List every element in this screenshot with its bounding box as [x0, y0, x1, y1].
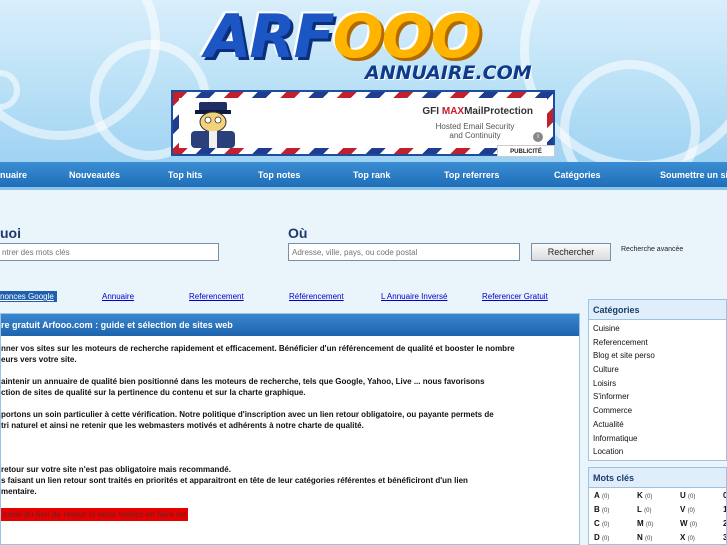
search-button[interactable]: Rechercher [531, 243, 611, 261]
nav-item-top-referrers[interactable]: Top referrers [444, 170, 499, 180]
intro-panel: re gratuit Arfooo.com : guide et sélecti… [0, 313, 580, 545]
intro-paragraph: retour sur votre site n'est pas obligato… [1, 465, 468, 496]
nav-item-top-notes[interactable]: Top notes [258, 170, 300, 180]
link-annuaire-inverse[interactable]: L Annuaire Inversé [381, 292, 447, 301]
link-annuaire[interactable]: Annuaire [102, 292, 134, 301]
keyword-letter-link[interactable]: 0 [723, 491, 726, 500]
keywords-input[interactable] [0, 243, 219, 261]
category-item[interactable]: Referencement [589, 336, 726, 350]
main-nav: nuaire Nouveautés Top hits Top notes Top… [0, 162, 727, 190]
partner-links: nonces Google Annuaire Referencement Réf… [0, 288, 580, 306]
nav-item-top-rank[interactable]: Top rank [353, 170, 390, 180]
keyword-letter-link[interactable]: V (0) [680, 505, 695, 514]
nav-item-categories[interactable]: Catégories [554, 170, 601, 180]
nav-item-top-hits[interactable]: Top hits [168, 170, 202, 180]
link-annonces-google[interactable]: nonces Google [0, 291, 57, 302]
keyword-letter-link[interactable]: C (0) [594, 519, 609, 528]
keyword-letter-link[interactable]: U (0) [680, 491, 695, 500]
keyword-letter-link[interactable]: L (0) [637, 505, 651, 514]
logo-text-arf: ARF [205, 2, 335, 72]
keyword-letter-link[interactable]: D (0) [594, 533, 609, 542]
info-icon[interactable]: i [533, 132, 543, 142]
logo-subtitle: ANNUAIRE.COM [365, 62, 532, 84]
site-logo[interactable]: ARFOOO ANNUAIRE.COM [205, 2, 545, 92]
keyword-letter-link[interactable]: 2 [723, 519, 726, 528]
search-section: uoi Où Rechercher Recherche avancée [0, 205, 727, 275]
keyword-letter-link[interactable]: M (0) [637, 519, 653, 528]
ad-tagline-2: and Continuity [449, 131, 501, 140]
keyword-letter-link[interactable]: X (0) [680, 533, 695, 542]
category-item[interactable]: Blog et site perso [589, 349, 726, 363]
intro-paragraph: portons un soin particulier à cette véri… [1, 410, 494, 430]
ad-brand: GFI MAXMailProtection [422, 106, 533, 117]
category-item[interactable]: Cuisine [589, 322, 726, 336]
ad-content: GFI MAXMailProtection Hosted Email Secur… [179, 98, 547, 148]
backlink-code-notice: code du lien de retour si vous voulez en… [1, 508, 189, 521]
what-label: uoi [0, 225, 21, 241]
category-item[interactable]: Culture [589, 363, 726, 377]
nav-item-soumettre[interactable]: Soumettre un si [660, 170, 727, 180]
intro-title: re gratuit Arfooo.com : guide et sélecti… [1, 314, 579, 336]
category-item[interactable]: Commerce [589, 404, 726, 418]
keyword-letter-link[interactable]: B (0) [594, 505, 609, 514]
mascot-icon [191, 102, 235, 148]
publicity-label: PUBLICITÉ [497, 145, 555, 157]
keyword-letter-link[interactable]: 3 [723, 533, 726, 542]
keywords-grid: A (0) K (0) U (0) 0 B (0) L (0) V (0) 1 C (0) M… [589, 488, 726, 544]
keyword-letter-link[interactable]: 1 [723, 505, 726, 514]
keywords-box: Mots clés A (0) K (0) U (0) 0 B (0) L (0) V (… [588, 467, 727, 545]
intro-body: nner vos sites sur les moteurs de recher… [1, 336, 579, 521]
keywords-title: Mots clés [589, 468, 726, 488]
nav-item-nouveautes[interactable]: Nouveautés [69, 170, 120, 180]
keyword-letter-link[interactable]: W (0) [680, 519, 697, 528]
category-item[interactable]: Loisirs [589, 377, 726, 391]
advanced-search-link[interactable]: Recherche avancée [621, 246, 683, 253]
link-referencement-accent[interactable]: Référencement [289, 292, 344, 301]
category-item[interactable]: Actualité [589, 418, 726, 432]
categories-title: Catégories [589, 300, 726, 320]
where-label: Où [288, 225, 308, 241]
category-item[interactable]: S'informer [589, 390, 726, 404]
intro-paragraph: aintenir un annuaire de qualité bien pos… [1, 377, 485, 397]
link-referencer-gratuit[interactable]: Referencer Gratuit [482, 292, 548, 301]
category-item[interactable]: Informatique [589, 432, 726, 446]
site-header: ARFOOO ANNUAIRE.COM GFI MAXMailProtectio… [0, 0, 727, 162]
category-item[interactable]: Location [589, 445, 726, 459]
ad-tagline-1: Hosted Email Security [435, 122, 515, 131]
keyword-letter-link[interactable]: A (0) [594, 491, 609, 500]
intro-paragraph: nner vos sites sur les moteurs de recher… [1, 344, 515, 364]
categories-box: Catégories Cuisine Referencement Blog et… [588, 299, 727, 461]
link-referencement[interactable]: Referencement [189, 292, 244, 301]
keyword-letter-link[interactable]: K (0) [637, 491, 652, 500]
nav-item-annuaire[interactable]: nuaire [0, 170, 27, 180]
keyword-letter-link[interactable]: N (0) [637, 533, 652, 542]
location-input[interactable] [288, 243, 520, 261]
